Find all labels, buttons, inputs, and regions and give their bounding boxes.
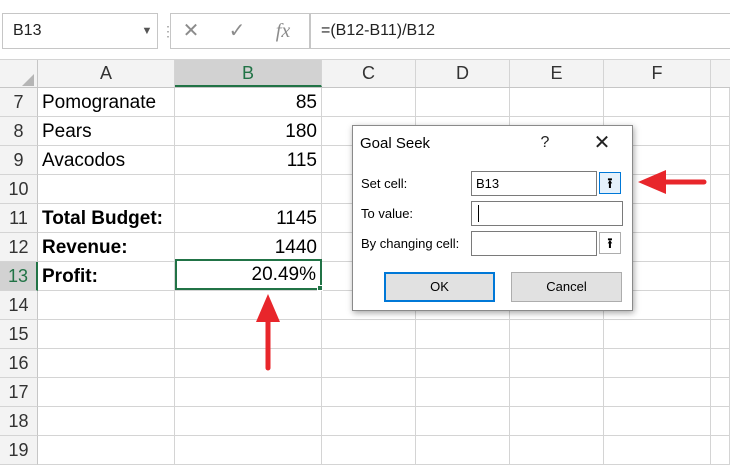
arrow-left-to-set-cell bbox=[638, 170, 707, 194]
arrow-up-to-profit bbox=[256, 294, 280, 371]
annotation-arrows bbox=[256, 170, 707, 371]
